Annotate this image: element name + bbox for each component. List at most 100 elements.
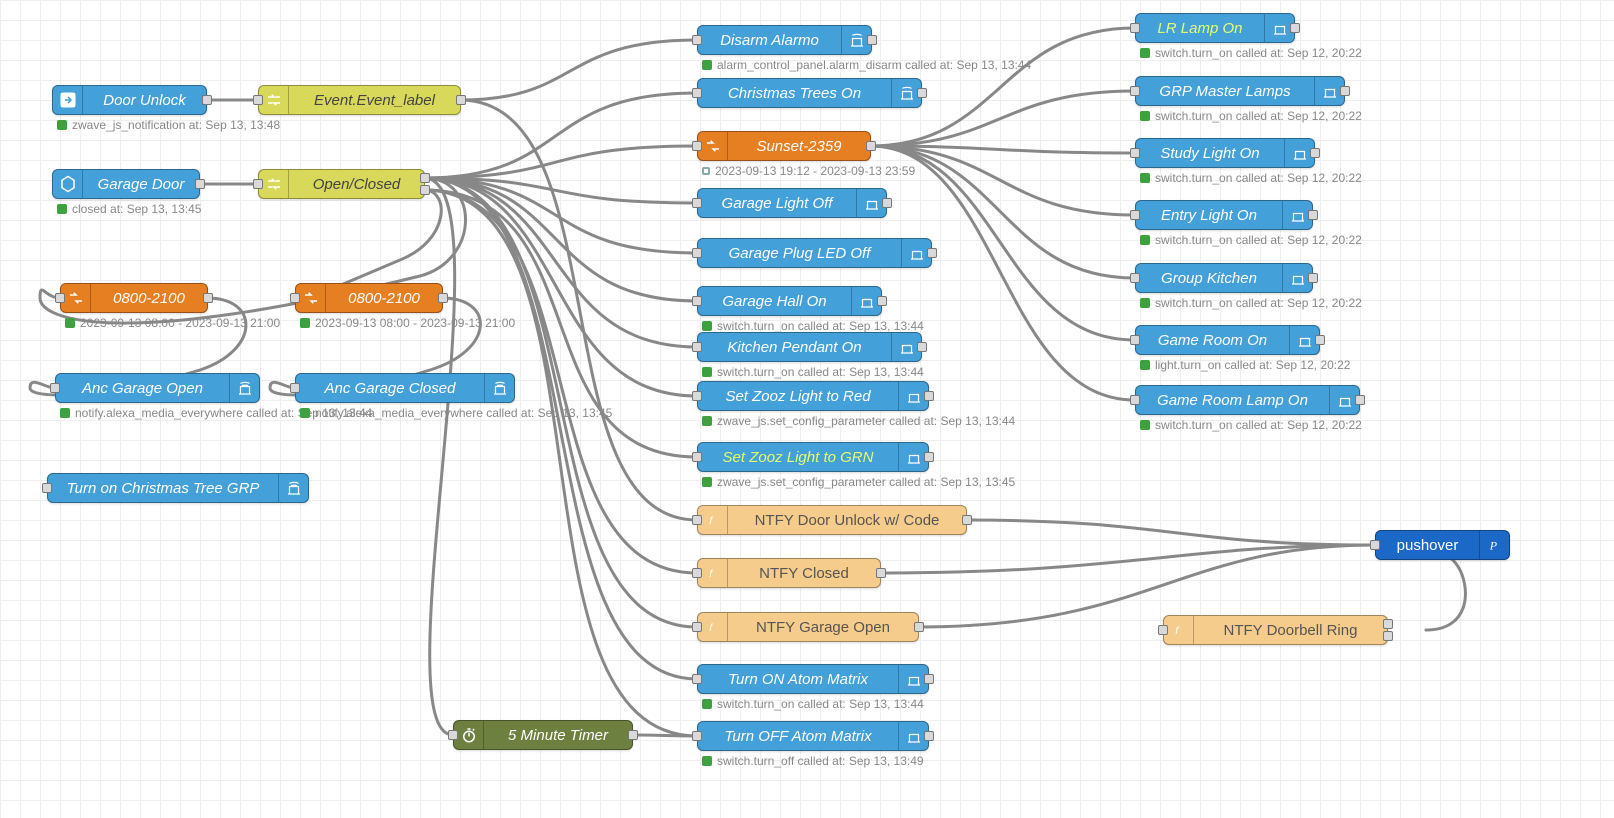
input-port[interactable] [692, 391, 702, 401]
node-ntfy-door-unlock[interactable]: f NTFY Door Unlock w/ Code [697, 505, 967, 535]
node-grp-master-lamps[interactable]: GRP Master Lamps switch.turn_on called a… [1135, 76, 1345, 106]
input-port[interactable] [1130, 148, 1140, 158]
output-port[interactable] [438, 293, 448, 303]
node-game-room-on[interactable]: Game Room On light.turn_on called at: Se… [1135, 325, 1320, 355]
output-port-1[interactable] [420, 173, 430, 183]
node-door-unlock[interactable]: Door Unlock zwave_js_notification at: Se… [52, 85, 207, 115]
output-port[interactable] [924, 674, 934, 684]
input-port[interactable] [692, 141, 702, 151]
node-garage-plug-led-off[interactable]: Garage Plug LED Off [697, 238, 932, 268]
input-port[interactable] [692, 88, 702, 98]
node-anc-garage-closed[interactable]: Anc Garage Closed notify.alexa_media_eve… [295, 373, 515, 403]
node-status: switch.turn_on called at: Sep 13, 13:44 [702, 365, 924, 379]
node-atom-off[interactable]: Turn OFF Atom Matrix switch.turn_off cal… [697, 721, 929, 751]
node-lr-lamp-on[interactable]: LR Lamp On switch.turn_on called at: Sep… [1135, 13, 1295, 43]
output-port[interactable] [914, 622, 924, 632]
input-port[interactable] [1130, 23, 1140, 33]
node-zooz-grn[interactable]: Set Zooz Light to GRN zwave_js.set_confi… [697, 442, 929, 472]
output-port[interactable] [1340, 86, 1350, 96]
node-study-light[interactable]: Study Light On switch.turn_on called at:… [1135, 138, 1315, 168]
input-port[interactable] [692, 35, 702, 45]
node-disarm-alarmo[interactable]: Disarm Alarmo alarm_control_panel.alarm_… [697, 25, 872, 55]
node-time-range-1[interactable]: 0800-2100 2023-09-13 08:00 - 2023-09-13 … [60, 283, 208, 313]
output-port[interactable] [876, 568, 886, 578]
output-port[interactable] [924, 452, 934, 462]
output-port[interactable] [924, 391, 934, 401]
node-sunset-2359[interactable]: Sunset-2359 2023-09-13 19:12 - 2023-09-1… [697, 131, 871, 161]
output-port[interactable] [927, 248, 937, 258]
output-port[interactable] [866, 141, 876, 151]
output-port[interactable] [924, 731, 934, 741]
output-port[interactable] [628, 730, 638, 740]
node-time-range-2[interactable]: 0800-2100 2023-09-13 08:00 - 2023-09-13 … [295, 283, 443, 313]
input-port[interactable] [692, 731, 702, 741]
output-port-1[interactable] [1383, 619, 1393, 629]
input-port[interactable] [692, 674, 702, 684]
output-port[interactable] [195, 179, 205, 189]
output-port[interactable] [917, 88, 927, 98]
input-port[interactable] [253, 179, 263, 189]
input-port[interactable] [290, 383, 300, 393]
input-port[interactable] [692, 515, 702, 525]
node-status: switch.turn_on called at: Sep 13, 13:44 [702, 319, 924, 333]
output-port[interactable] [1355, 395, 1365, 405]
output-port[interactable] [456, 95, 466, 105]
output-port[interactable] [962, 515, 972, 525]
output-port-2[interactable] [420, 185, 430, 195]
node-zooz-red[interactable]: Set Zooz Light to Red zwave_js.set_confi… [697, 381, 929, 411]
node-5min-timer[interactable]: 5 Minute Timer [453, 720, 633, 750]
input-port[interactable] [55, 293, 65, 303]
flow-canvas[interactable]: Door Unlock zwave_js_notification at: Se… [0, 0, 1614, 818]
input-port[interactable] [692, 342, 702, 352]
input-port[interactable] [1130, 395, 1140, 405]
node-pushover[interactable]: pushover P [1375, 530, 1510, 560]
input-port[interactable] [1130, 273, 1140, 283]
node-garage-door[interactable]: Garage Door closed at: Sep 13, 13:45 [52, 169, 200, 199]
input-port[interactable] [50, 383, 60, 393]
node-group-kitchen[interactable]: Group Kitchen switch.turn_on called at: … [1135, 263, 1313, 293]
output-port[interactable] [202, 95, 212, 105]
input-port[interactable] [253, 95, 263, 105]
node-ntfy-closed[interactable]: f NTFY Closed [697, 558, 881, 588]
input-port[interactable] [1130, 335, 1140, 345]
input-port[interactable] [1130, 210, 1140, 220]
output-port[interactable] [1290, 23, 1300, 33]
node-entry-light[interactable]: Entry Light On switch.turn_on called at:… [1135, 200, 1313, 230]
node-xmas-trees[interactable]: Christmas Trees On [697, 78, 922, 108]
input-port[interactable] [692, 248, 702, 258]
node-kitchen-pendant[interactable]: Kitchen Pendant On switch.turn_on called… [697, 332, 922, 362]
input-port[interactable] [692, 452, 702, 462]
input-port[interactable] [1158, 625, 1168, 635]
input-port[interactable] [290, 293, 300, 303]
output-port-2[interactable] [1383, 631, 1393, 641]
input-port[interactable] [692, 622, 702, 632]
input-port[interactable] [1130, 86, 1140, 96]
output-port[interactable] [877, 296, 887, 306]
node-garage-hall-on[interactable]: Garage Hall On switch.turn_on called at:… [697, 286, 882, 316]
output-port[interactable] [1308, 210, 1318, 220]
output-port[interactable] [867, 35, 877, 45]
node-game-room-lamp[interactable]: Game Room Lamp On switch.turn_on called … [1135, 385, 1360, 415]
node-anc-garage-open[interactable]: Anc Garage Open notify.alexa_media_every… [55, 373, 260, 403]
input-port[interactable] [692, 198, 702, 208]
output-port[interactable] [917, 342, 927, 352]
node-atom-on[interactable]: Turn ON Atom Matrix switch.turn_on calle… [697, 664, 929, 694]
node-xmas-grp[interactable]: Turn on Christmas Tree GRP [47, 473, 309, 503]
output-port[interactable] [1308, 273, 1318, 283]
output-port[interactable] [882, 198, 892, 208]
node-label: Door Unlock [83, 92, 206, 109]
input-port[interactable] [692, 568, 702, 578]
output-port[interactable] [1310, 148, 1320, 158]
node-ntfy-garage-open[interactable]: f NTFY Garage Open [697, 612, 919, 642]
input-port[interactable] [1370, 540, 1380, 550]
node-label: 0800-2100 [326, 290, 442, 307]
output-port[interactable] [1315, 335, 1325, 345]
input-port[interactable] [448, 730, 458, 740]
input-port[interactable] [42, 483, 52, 493]
node-open-closed[interactable]: Open/Closed [258, 169, 425, 199]
node-garage-light-off[interactable]: Garage Light Off [697, 188, 887, 218]
node-ntfy-doorbell[interactable]: f NTFY Doorbell Ring [1163, 615, 1388, 645]
input-port[interactable] [692, 296, 702, 306]
output-port[interactable] [203, 293, 213, 303]
node-event-label[interactable]: Event.Event_label [258, 85, 461, 115]
